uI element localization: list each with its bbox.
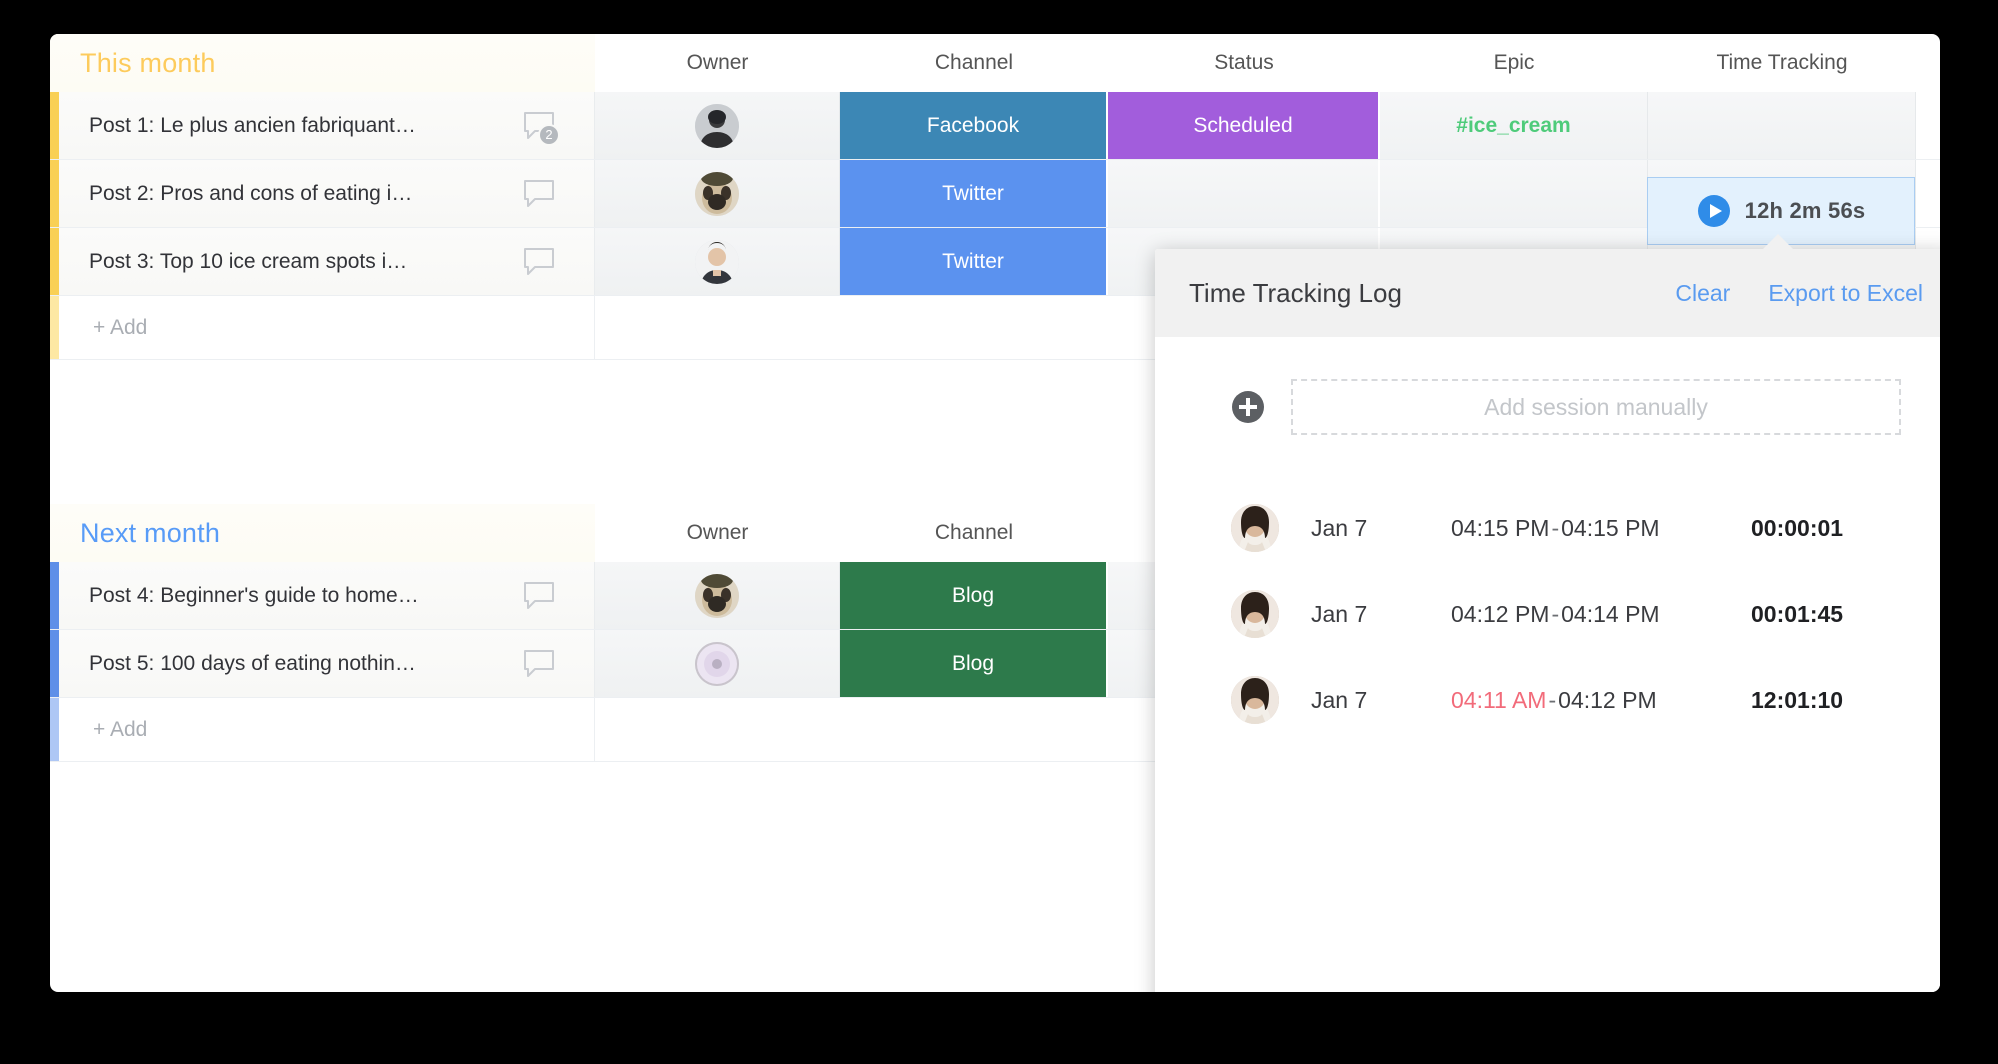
column-header-status[interactable]: Status — [1108, 34, 1380, 92]
channel-cell[interactable]: Blog — [840, 562, 1108, 629]
session-date: Jan 7 — [1311, 686, 1368, 713]
session-end: 04:12 PM — [1558, 686, 1657, 713]
session-range: 04:15 PM-04:15 PM — [1451, 515, 1751, 542]
add-item-button[interactable]: + Add — [59, 296, 595, 359]
board-card: This month Owner Channel Status Epic Tim… — [50, 34, 1940, 992]
row-name-cell[interactable]: Post 3: Top 10 ice cream spots i… — [59, 228, 595, 295]
owner-cell[interactable] — [595, 160, 840, 227]
column-header-owner[interactable]: Owner — [595, 504, 840, 562]
session-duration: 00:01:45 — [1751, 600, 1844, 627]
group-title: Next month — [80, 517, 221, 548]
session-separator: - — [1551, 514, 1560, 541]
channel-cell[interactable]: Twitter — [840, 160, 1108, 227]
session-separator: - — [1548, 686, 1557, 713]
group-title-cell[interactable]: This month — [50, 34, 595, 92]
epic-cell[interactable] — [1380, 160, 1648, 227]
avatar — [695, 573, 739, 618]
column-header-channel[interactable]: Channel — [840, 504, 1108, 562]
comment-bubble-icon[interactable] — [522, 247, 556, 277]
avatar — [695, 103, 739, 148]
owner-cell[interactable] — [595, 562, 840, 629]
epic-cell[interactable]: #ice_cream — [1380, 92, 1648, 159]
clear-button[interactable]: Clear — [1675, 280, 1730, 307]
session-date: Jan 7 — [1311, 600, 1368, 627]
row-color-bar — [50, 228, 59, 295]
channel-cell[interactable]: Twitter — [840, 228, 1108, 295]
plus-circle-icon[interactable] — [1231, 390, 1265, 424]
avatar — [1231, 590, 1279, 638]
time-tracking-value: 12h 2m 56s — [1744, 198, 1866, 223]
row-color-bar — [50, 92, 59, 159]
comment-bubble-icon[interactable] — [522, 581, 556, 611]
row-name-cell[interactable]: Post 2: Pros and cons of eating i… — [59, 160, 595, 227]
row-name: Post 4: Beginner's guide to home… — [89, 583, 419, 607]
row-name: Post 3: Top 10 ice cream spots i… — [89, 249, 408, 273]
session-end: 04:15 PM — [1561, 514, 1660, 541]
row-name-cell[interactable]: Post 4: Beginner's guide to home… — [59, 562, 595, 629]
comment-count: 2 — [538, 123, 560, 146]
avatar — [695, 171, 739, 216]
owner-cell[interactable] — [595, 92, 840, 159]
play-circle-icon[interactable] — [1697, 194, 1731, 228]
comment-bubble-icon[interactable] — [522, 179, 556, 209]
row-name: Post 5: 100 days of eating nothin… — [89, 651, 416, 675]
row-name-cell[interactable]: Post 1: Le plus ancien fabriquant… 2 — [59, 92, 595, 159]
status-cell[interactable]: Scheduled — [1108, 92, 1380, 159]
list-item[interactable]: Jan 7 04:15 PM-04:15 PM 00:00:01 — [1155, 485, 1940, 571]
export-to-excel-button[interactable]: Export to Excel — [1768, 280, 1923, 307]
row-color-bar — [50, 698, 59, 761]
group-header-row: This month Owner Channel Status Epic Tim… — [50, 34, 1940, 92]
avatar — [695, 239, 739, 284]
channel-cell[interactable]: Facebook — [840, 92, 1108, 159]
popup-body: Add session manually Jan 7 04:15 PM-04:1… — [1155, 337, 1940, 743]
session-start: 04:12 PM — [1451, 600, 1550, 627]
session-duration: 00:00:01 — [1751, 514, 1844, 541]
popup-arrow — [1761, 234, 1795, 251]
session-range: 04:11 AM-04:12 PM — [1451, 687, 1751, 714]
time-tracking-cell[interactable] — [1648, 92, 1916, 159]
row-color-bar — [50, 562, 59, 629]
column-header-owner[interactable]: Owner — [595, 34, 840, 92]
list-item[interactable]: Jan 7 04:11 AM-04:12 PM 12:01:10 — [1155, 657, 1940, 743]
comment-bubble-icon[interactable]: 2 — [522, 111, 560, 146]
session-start: 04:15 PM — [1451, 514, 1550, 541]
status-cell[interactable] — [1108, 160, 1380, 227]
column-header-time-tracking[interactable]: Time Tracking — [1648, 34, 1916, 92]
owner-cell[interactable] — [595, 630, 840, 697]
popup-title: Time Tracking Log — [1189, 277, 1402, 308]
session-separator: - — [1551, 600, 1560, 627]
session-date: Jan 7 — [1311, 514, 1368, 541]
session-duration: 12:01:10 — [1751, 686, 1844, 713]
table-row[interactable]: Post 1: Le plus ancien fabriquant… 2 Fac… — [50, 92, 1940, 160]
comment-bubble-icon[interactable] — [522, 649, 556, 679]
add-session-input[interactable]: Add session manually — [1291, 379, 1901, 435]
row-name: Post 2: Pros and cons of eating i… — [89, 181, 413, 205]
row-name-cell[interactable]: Post 5: 100 days of eating nothin… — [59, 630, 595, 697]
channel-cell[interactable]: Blog — [840, 630, 1108, 697]
column-header-epic[interactable]: Epic — [1380, 34, 1648, 92]
avatar — [1231, 504, 1279, 552]
group-title: This month — [80, 47, 216, 78]
row-color-bar — [50, 160, 59, 227]
row-color-bar — [50, 630, 59, 697]
time-tracking-log-popup: Time Tracking Log Clear Export to Excel … — [1155, 249, 1940, 992]
list-item[interactable]: Jan 7 04:12 PM-04:14 PM 00:01:45 — [1155, 571, 1940, 657]
avatar — [1231, 676, 1279, 724]
session-start: 04:11 AM — [1451, 686, 1547, 713]
session-end: 04:14 PM — [1561, 600, 1660, 627]
row-name: Post 1: Le plus ancien fabriquant… — [89, 113, 416, 137]
row-color-bar — [50, 296, 59, 359]
owner-cell[interactable] — [595, 228, 840, 295]
group-title-cell[interactable]: Next month — [50, 504, 595, 562]
column-header-channel[interactable]: Channel — [840, 34, 1108, 92]
avatar — [695, 641, 739, 686]
session-range: 04:12 PM-04:14 PM — [1451, 601, 1751, 628]
add-session-row[interactable]: Add session manually — [1155, 379, 1940, 435]
popup-header: Time Tracking Log Clear Export to Excel — [1155, 249, 1940, 337]
add-item-button[interactable]: + Add — [59, 698, 595, 761]
screenshot-root: This month Owner Channel Status Epic Tim… — [0, 0, 1998, 1064]
